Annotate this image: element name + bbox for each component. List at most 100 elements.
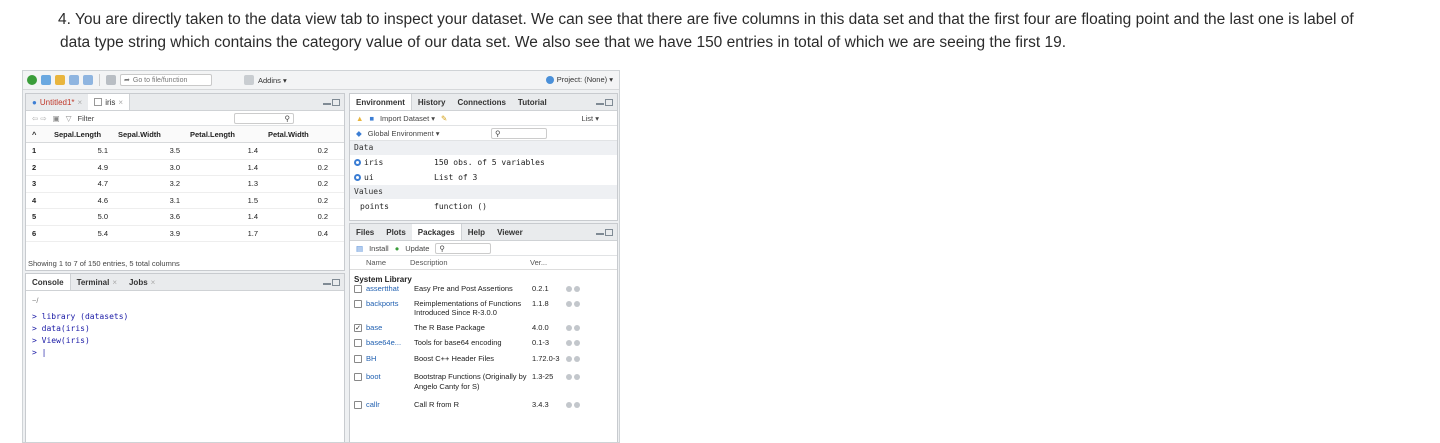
tab-terminal[interactable]: Terminal × xyxy=(71,274,123,290)
addins-menu[interactable]: Addins ▾ xyxy=(258,76,287,85)
package-name-link[interactable]: boot xyxy=(366,372,414,382)
scope-select[interactable]: Global Environment ▾ xyxy=(368,129,440,138)
list-view-menu[interactable]: List ▾ xyxy=(581,114,599,123)
tab-console[interactable]: Console xyxy=(26,274,71,290)
install-button[interactable]: Install xyxy=(369,244,389,253)
window-controls[interactable] xyxy=(323,94,344,110)
package-name-link[interactable]: backports xyxy=(366,299,414,309)
packages-search-input[interactable]: ⚲ xyxy=(435,242,492,254)
filter-button[interactable]: Filter xyxy=(78,114,95,123)
column-header-sepal-width[interactable]: Sepal.Width xyxy=(112,130,184,139)
print-icon[interactable] xyxy=(106,75,116,85)
package-name-link[interactable]: base64e... xyxy=(366,338,414,348)
tab-plots[interactable]: Plots xyxy=(380,224,412,240)
close-icon[interactable]: × xyxy=(118,98,123,107)
tab-tutorial[interactable]: Tutorial xyxy=(512,94,553,110)
tab-viewer[interactable]: Viewer xyxy=(491,224,529,240)
save-workspace-icon[interactable]: ■ xyxy=(369,114,374,123)
package-name-link[interactable]: callr xyxy=(366,400,414,410)
header-description[interactable]: Description xyxy=(410,258,530,267)
update-button[interactable]: Update xyxy=(405,244,429,253)
broom-icon[interactable]: ✎ xyxy=(441,114,447,123)
browser-icon[interactable] xyxy=(566,300,572,307)
close-icon[interactable]: × xyxy=(151,278,156,287)
new-project-icon[interactable] xyxy=(41,75,51,85)
window-controls[interactable] xyxy=(323,274,344,290)
remove-icon[interactable] xyxy=(574,300,580,307)
header-version[interactable]: Ver... xyxy=(530,258,564,267)
project-menu[interactable]: Project: (None) ▾ xyxy=(545,75,613,84)
save-icon[interactable] xyxy=(69,75,79,85)
new-file-icon[interactable] xyxy=(27,75,37,85)
window-controls[interactable] xyxy=(596,94,617,110)
close-icon[interactable]: × xyxy=(78,98,83,107)
browser-icon[interactable] xyxy=(566,324,572,331)
tab-connections[interactable]: Connections xyxy=(451,94,511,110)
save-all-icon[interactable] xyxy=(83,75,93,85)
remove-icon[interactable] xyxy=(574,402,580,408)
maximize-icon[interactable] xyxy=(332,278,340,286)
tab-packages[interactable]: Packages xyxy=(411,224,462,240)
window-controls[interactable] xyxy=(596,224,617,240)
maximize-icon[interactable] xyxy=(605,98,613,106)
browser-icon[interactable] xyxy=(566,355,572,362)
minimize-icon[interactable] xyxy=(323,282,331,285)
tab-untitled1[interactable]: ● Untitled1* × xyxy=(26,94,88,110)
row-index-header[interactable]: ^ xyxy=(26,130,48,139)
package-checkbox[interactable] xyxy=(354,299,362,308)
minimize-icon[interactable] xyxy=(596,232,604,235)
env-item-iris[interactable]: iris 150 obs. of 5 variables xyxy=(350,155,617,170)
minimize-icon[interactable] xyxy=(596,102,604,105)
console-line: > data(iris) xyxy=(32,324,90,333)
package-checkbox[interactable] xyxy=(354,373,362,381)
browser-icon[interactable] xyxy=(566,402,572,408)
column-header-sepal-length[interactable]: Sepal.Length xyxy=(48,130,112,139)
tab-iris[interactable]: iris × xyxy=(88,94,131,110)
minimize-icon[interactable] xyxy=(323,102,331,105)
env-search-input[interactable]: ⚲ xyxy=(491,127,547,139)
browser-icon[interactable] xyxy=(566,374,572,380)
package-name-link[interactable]: base xyxy=(366,323,414,333)
tab-jobs[interactable]: Jobs × xyxy=(123,274,161,290)
remove-icon[interactable] xyxy=(574,324,580,331)
column-header-petal-width[interactable]: Petal.Width xyxy=(262,130,332,139)
tab-environment[interactable]: Environment xyxy=(350,94,412,110)
package-checkbox[interactable] xyxy=(354,401,362,409)
tab-files[interactable]: Files xyxy=(350,224,380,240)
maximize-icon[interactable] xyxy=(332,98,340,106)
header-name[interactable]: Name xyxy=(366,258,410,267)
table-cell: 4.6 xyxy=(97,195,108,205)
load-workspace-icon[interactable]: ▲ xyxy=(356,114,363,123)
browser-icon[interactable] xyxy=(566,340,572,346)
close-icon[interactable]: × xyxy=(112,278,117,287)
env-item-points[interactable]: points function () xyxy=(350,199,617,214)
import-dataset-button[interactable]: Import Dataset ▾ xyxy=(380,114,435,123)
expand-icon[interactable] xyxy=(354,159,361,166)
back-forward-icon[interactable]: ⇦ ⇨ xyxy=(32,114,47,123)
package-checkbox[interactable] xyxy=(354,354,362,363)
data-search-input[interactable]: ⚲ xyxy=(234,112,294,124)
package-checkbox[interactable]: ✓ xyxy=(354,323,362,332)
package-checkbox[interactable] xyxy=(354,285,362,293)
remove-icon[interactable] xyxy=(574,374,580,380)
maximize-icon[interactable] xyxy=(605,228,613,236)
package-name-link[interactable]: BH xyxy=(366,354,414,364)
env-item-ui[interactable]: ui List of 3 xyxy=(350,170,617,185)
open-file-icon[interactable] xyxy=(55,75,65,85)
tab-help[interactable]: Help xyxy=(462,224,491,240)
filter-icon[interactable]: ▽ xyxy=(66,114,72,123)
console-prompt[interactable]: > | xyxy=(32,347,338,359)
package-name-link[interactable]: assertthat xyxy=(366,284,414,294)
browser-icon[interactable] xyxy=(566,286,572,292)
remove-icon[interactable] xyxy=(574,355,580,362)
remove-icon[interactable] xyxy=(574,340,580,346)
remove-icon[interactable] xyxy=(574,286,580,292)
popout-icon[interactable]: ▣ xyxy=(53,114,60,123)
console-output[interactable]: ~/ > library (datasets) > data(iris) > V… xyxy=(26,291,344,363)
package-checkbox[interactable] xyxy=(354,339,362,347)
grid-icon[interactable] xyxy=(244,75,254,85)
expand-icon[interactable] xyxy=(354,174,361,181)
column-header-petal-length[interactable]: Petal.Length xyxy=(184,130,262,139)
tab-history[interactable]: History xyxy=(412,94,452,110)
go-to-file-input[interactable]: ➦ Go to file/function xyxy=(120,74,212,86)
